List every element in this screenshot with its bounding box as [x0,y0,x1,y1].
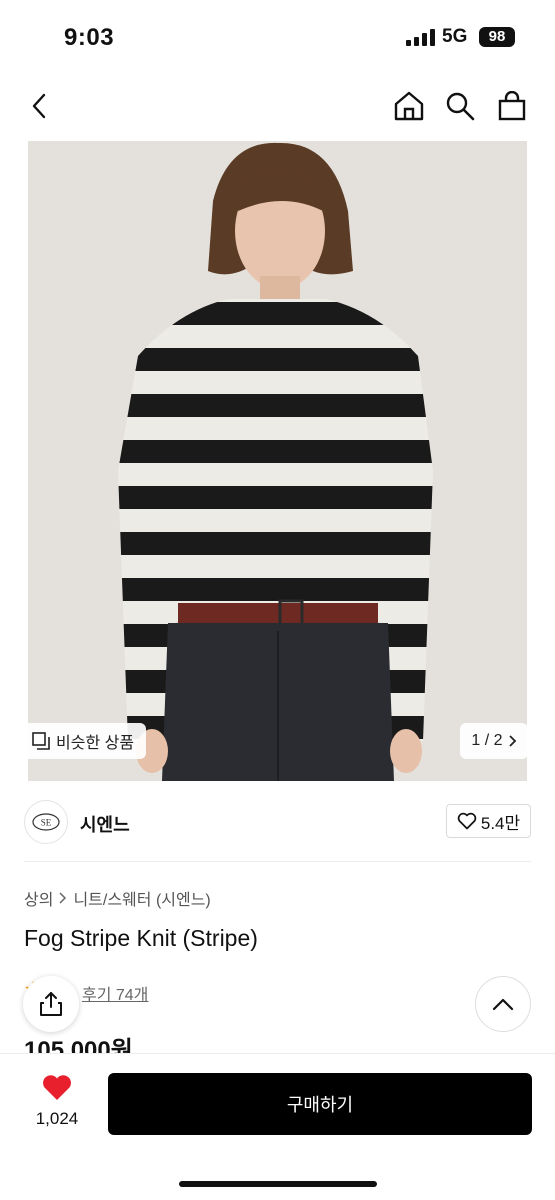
back-arrow-icon[interactable] [20,86,60,126]
similar-items-icon [32,732,50,750]
product-title: Fog Stripe Knit (Stripe) [24,925,258,951]
signal-icon [406,29,436,46]
status-time: 9:03 [64,24,115,51]
top-navigation [0,72,555,140]
chevron-right-icon [508,735,516,747]
battery-icon: 98 [479,27,515,47]
breadcrumb: 상의 니트/스웨터 (시엔느) [24,886,211,910]
brand-like-count: 5.4만 [480,813,521,833]
product-image[interactable] [28,141,527,781]
search-icon[interactable] [440,86,480,126]
chevron-up-icon [492,998,514,1011]
network-type: 5G [442,26,468,47]
heart-filled-icon[interactable] [41,1074,73,1107]
shopping-bag-icon[interactable] [492,86,532,126]
status-bar: 9:03 5G 98 [0,0,555,72]
image-page-indicator[interactable]: 1 / 2 [460,723,528,759]
breadcrumb-category[interactable]: 상의 [24,886,53,910]
brand-name[interactable]: 시엔느 [80,811,130,837]
share-button[interactable] [23,976,79,1032]
brand-logo[interactable]: SE [24,800,68,844]
scroll-top-button[interactable] [475,976,531,1032]
breadcrumb-subcategory[interactable]: 니트/스웨터 (시엔느) [73,886,210,910]
buy-button[interactable]: 구매하기 [108,1073,532,1135]
svg-text:SE: SE [41,818,52,828]
similar-products-label: 비슷한 상품 [56,735,135,752]
chevron-right-icon [59,892,67,904]
divider [24,861,531,862]
page-indicator-text: 1 / 2 [471,732,503,749]
home-icon[interactable] [389,86,429,126]
wish-count: 1,024 [35,1109,79,1128]
brand-like-button[interactable]: 5.4만 [446,804,531,838]
brand-row: SE 시엔느 5.4만 [0,798,555,846]
share-icon [40,992,62,1016]
similar-products-button[interactable]: 비슷한 상품 [22,723,147,759]
bottom-purchase-bar: 1,024 구매하기 [0,1053,555,1200]
review-count-link[interactable]: 후기 74개 [82,981,148,1005]
home-indicator [179,1181,377,1187]
heart-outline-icon [457,812,477,830]
